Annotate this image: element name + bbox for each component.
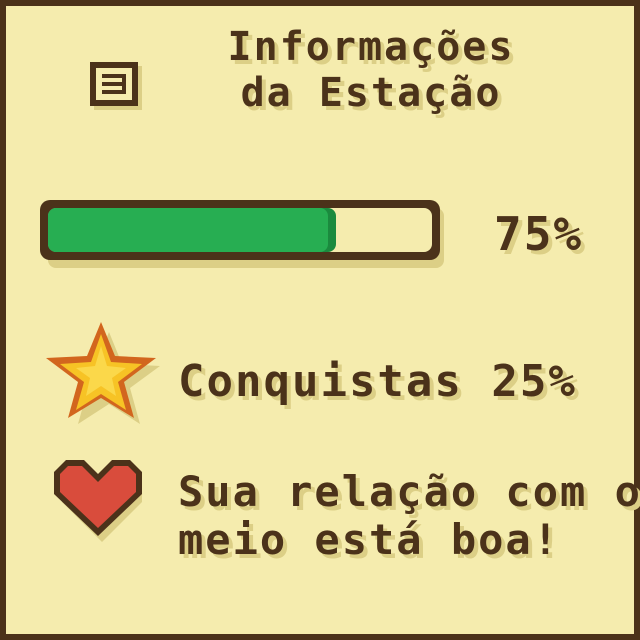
achievements-label: Conquistas 25% <box>178 356 577 407</box>
page-title: Informações da Estação <box>206 24 536 116</box>
heart-icon <box>50 458 146 542</box>
menu-icon[interactable] <box>86 58 146 114</box>
star-icon <box>36 316 166 426</box>
season-progress-bar <box>36 196 448 272</box>
relationship-message: Sua relação com o meio está boa! <box>178 468 640 564</box>
relationship-line-1: Sua relação com o <box>178 467 640 516</box>
progress-fill <box>48 208 328 252</box>
station-info-panel: Informações da Estação 75% Conquistas 25… <box>0 0 640 640</box>
title-line-2: da Estação <box>240 70 502 116</box>
progress-percent: 75% <box>494 207 584 261</box>
relationship-line-2: meio está boa! <box>178 515 561 564</box>
title-line-1: Informações <box>227 24 515 70</box>
